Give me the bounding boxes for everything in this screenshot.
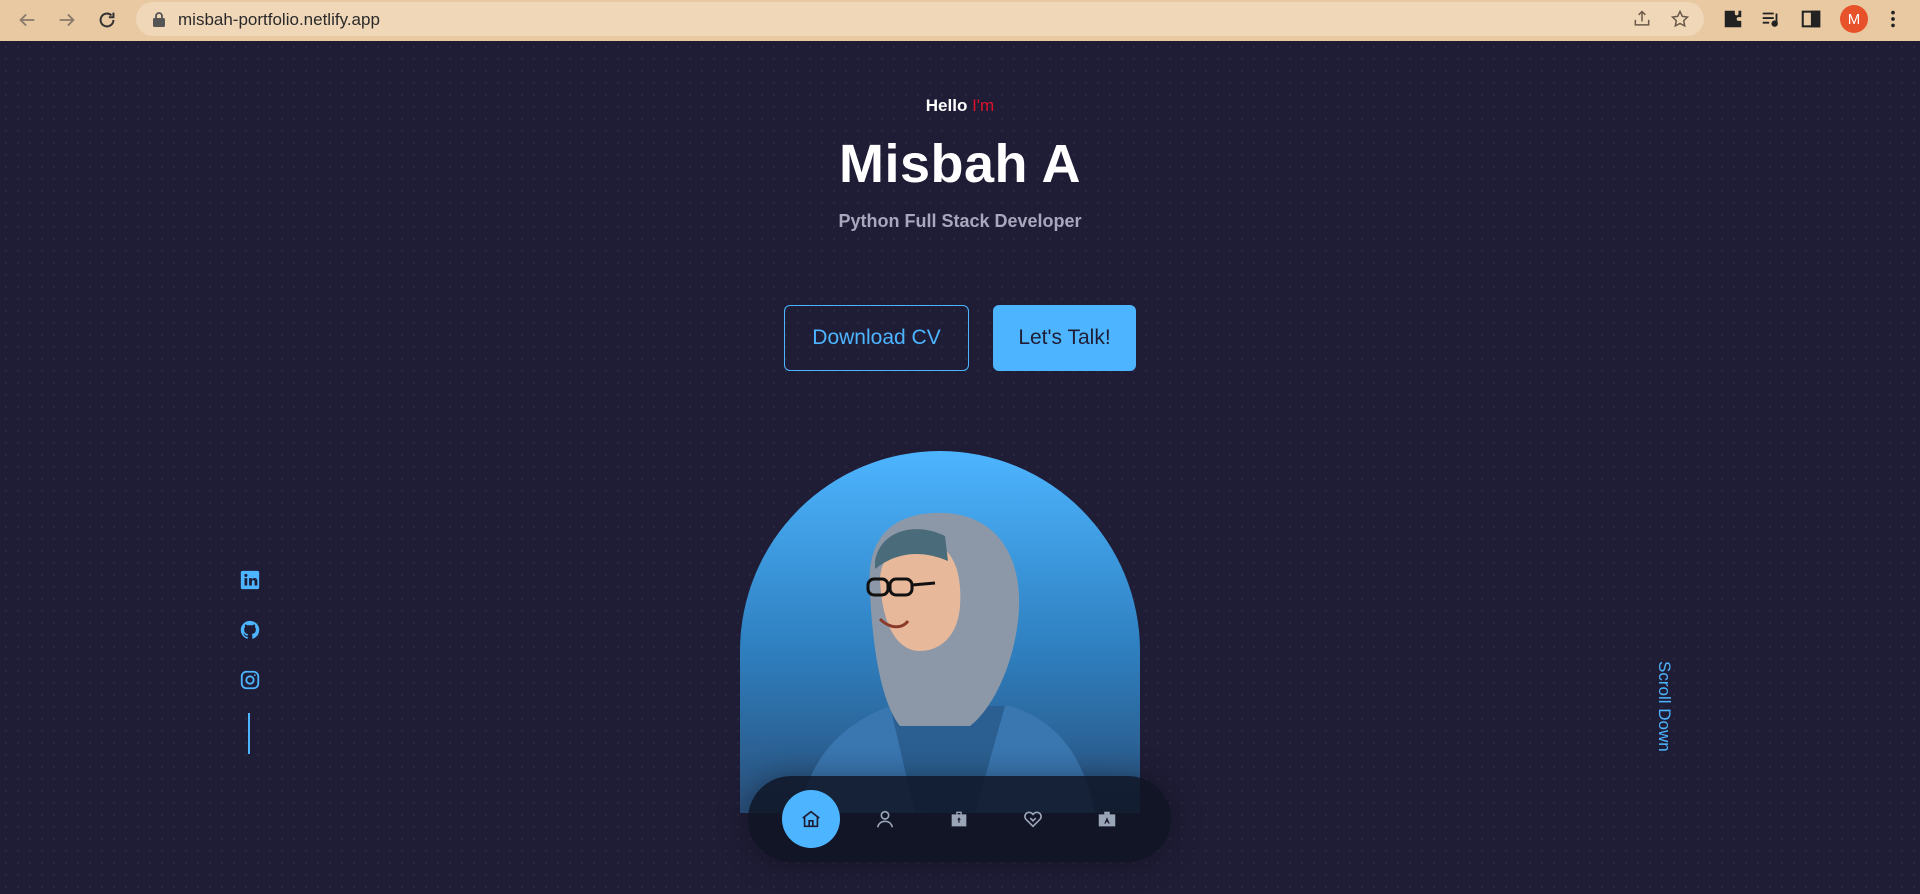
linkedin-icon [240, 570, 260, 590]
lock-icon [153, 12, 165, 27]
share-icon[interactable] [1632, 9, 1652, 29]
reload-button[interactable] [90, 3, 124, 37]
address-bar[interactable]: misbah-portfolio.netlify.app [136, 2, 1704, 36]
hero-name: Misbah A [838, 134, 1082, 194]
home-icon [802, 810, 820, 828]
user-icon [876, 810, 894, 828]
lets-talk-button[interactable]: Let's Talk! [993, 305, 1136, 371]
arrow-right-icon [59, 13, 75, 27]
download-cv-button[interactable]: Download CV [784, 305, 969, 371]
nav-home[interactable] [782, 790, 840, 848]
im-text: I'm [972, 96, 995, 115]
github-link[interactable] [239, 619, 261, 641]
bookmark-star-icon[interactable] [1670, 9, 1690, 29]
hello-text: Hello [925, 96, 968, 115]
portfolio-page: Hello I'm Misbah A Python Full Stack Dev… [0, 41, 1920, 894]
browser-toolbar: misbah-portfolio.netlify.app M [0, 0, 1920, 41]
nav-experience[interactable] [930, 790, 988, 848]
side-panel-icon[interactable] [1800, 8, 1822, 30]
media-queue-icon[interactable] [1760, 8, 1782, 30]
nav-about[interactable] [856, 790, 914, 848]
profile-avatar[interactable]: M [1840, 5, 1868, 33]
nav-contact[interactable] [1078, 790, 1136, 848]
menu-kebab-icon[interactable] [1882, 8, 1904, 30]
hero-role: Python Full Stack Developer [838, 211, 1082, 231]
instagram-icon [240, 670, 260, 690]
social-divider-line [248, 713, 250, 754]
scroll-down-text: Scroll Down [1655, 661, 1674, 752]
linkedin-link[interactable] [239, 569, 261, 591]
handshake-icon [1024, 811, 1042, 828]
extensions-icon[interactable] [1722, 8, 1744, 30]
forward-button[interactable] [50, 3, 84, 37]
person-illustration [800, 512, 1095, 813]
bottom-nav [748, 776, 1171, 862]
arrow-left-icon [19, 13, 35, 27]
instagram-link[interactable] [239, 669, 261, 691]
github-icon [240, 620, 260, 639]
reload-icon [99, 12, 115, 28]
briefcase-icon [951, 811, 967, 827]
contact-icon [1098, 811, 1116, 827]
hello-heading: Hello I'm [0, 96, 1920, 116]
back-button[interactable] [10, 3, 44, 37]
profile-photo [740, 451, 1140, 813]
url-text: misbah-portfolio.netlify.app [178, 10, 380, 29]
scroll-down-link[interactable]: Scroll Down [1655, 661, 1686, 771]
nav-services[interactable] [1004, 790, 1062, 848]
